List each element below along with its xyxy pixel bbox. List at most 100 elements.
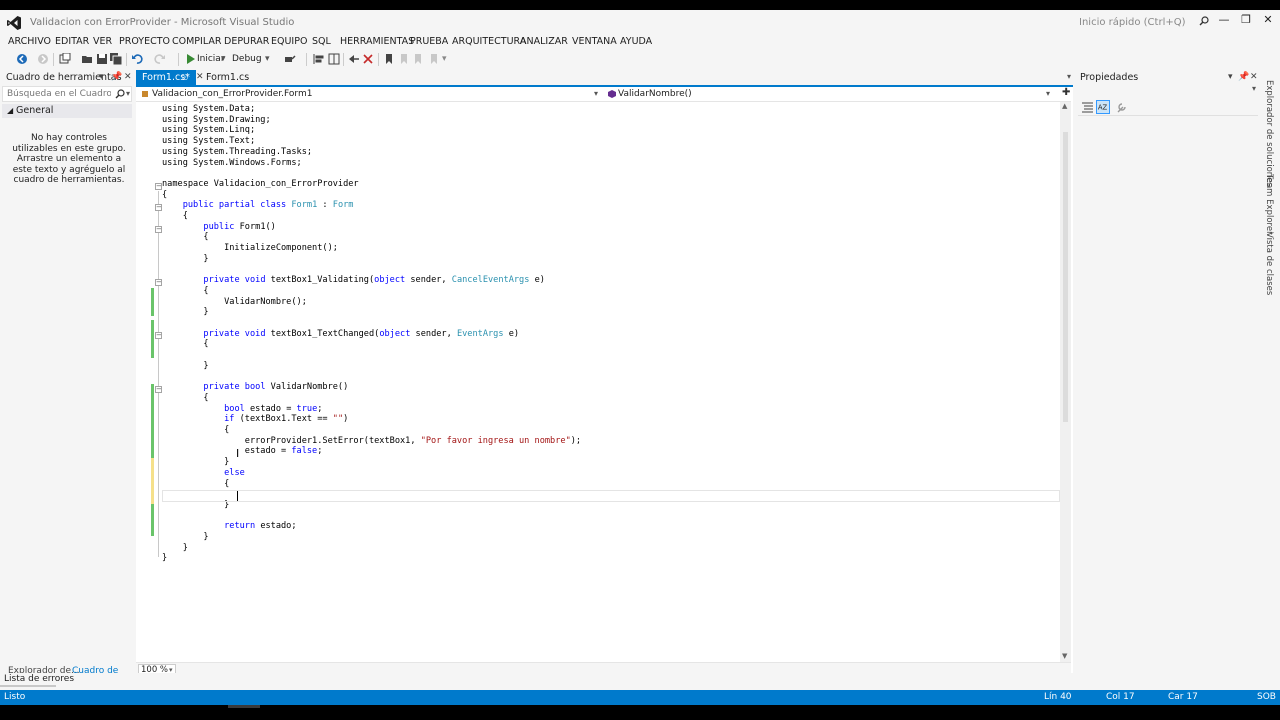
categorized-icon[interactable] [1082, 102, 1093, 113]
menu-prueba[interactable]: PRUEBA [410, 36, 448, 47]
toolbox-search-input[interactable]: Búsqueda en el Cuadro de herramientas ▾ [2, 86, 132, 102]
code-line[interactable]: using System.Threading.Tasks; [162, 147, 312, 158]
code-line[interactable]: public Form1() [162, 222, 275, 233]
menu-herramientas[interactable]: HERRAMIENTAS [340, 36, 414, 47]
bookmark-icon[interactable] [383, 53, 395, 65]
tab-error-list[interactable]: Lista de errores [4, 674, 74, 684]
start-debug-icon[interactable] [184, 53, 196, 65]
code-line[interactable]: using System.Drawing; [162, 115, 271, 126]
code-line[interactable]: { [162, 190, 167, 201]
menu-editar[interactable]: EDITAR [55, 36, 89, 47]
code-line[interactable]: { [162, 339, 208, 350]
menu-ayuda[interactable]: AYUDA [620, 36, 652, 47]
quick-launch-input[interactable]: Inicio rápido (Ctrl+Q) [1074, 13, 1214, 31]
code-line[interactable]: InitializeComponent(); [162, 243, 338, 254]
code-line[interactable]: { [162, 425, 229, 436]
new-project-icon[interactable] [59, 53, 71, 65]
code-line[interactable]: { [162, 286, 208, 297]
wrench-icon[interactable] [1116, 102, 1127, 113]
bookmark-next-icon[interactable] [412, 53, 424, 65]
tab-team-explorer[interactable]: Team Explorer [1264, 174, 1274, 235]
step-icon[interactable] [348, 53, 360, 65]
menu-equipo[interactable]: EQUIPO [271, 36, 307, 47]
save-all-icon[interactable] [110, 53, 122, 65]
code-line[interactable]: } [162, 307, 208, 318]
collapse-method-icon[interactable]: − [155, 279, 162, 286]
scroll-down-icon[interactable]: ▼ [1062, 652, 1067, 660]
code-line[interactable]: public partial class Form1 : Form [162, 200, 354, 211]
close-window-button[interactable]: ✕ [1259, 13, 1277, 29]
menu-sql[interactable]: SQL [312, 36, 331, 47]
menu-ventana[interactable]: VENTANA [572, 36, 617, 47]
bookmark-prev-icon[interactable] [398, 53, 410, 65]
code-line[interactable]: using System.Windows.Forms; [162, 158, 302, 169]
menu-depurar[interactable]: DEPURAR [224, 36, 269, 47]
code-line[interactable]: estado = false; [162, 446, 323, 457]
chevron-down-icon[interactable]: ▾ [1067, 72, 1071, 81]
code-line[interactable]: private bool ValidarNombre() [162, 382, 348, 393]
code-line[interactable]: } [162, 553, 167, 564]
navigate-back-icon[interactable] [16, 53, 28, 65]
restore-button[interactable]: ❐ [1237, 13, 1255, 29]
attach-process-icon[interactable] [284, 53, 296, 65]
code-line[interactable]: using System.Text; [162, 136, 255, 147]
code-line[interactable]: ValidarNombre(); [162, 297, 307, 308]
code-line[interactable]: using System.Data; [162, 104, 255, 115]
scrollbar-thumb[interactable] [1063, 132, 1068, 422]
toolbar-overflow-icon[interactable]: ▾ [442, 54, 447, 64]
menu-proyecto[interactable]: PROYECTO [119, 36, 170, 47]
toolbox-group-general[interactable]: ◢ General [2, 104, 132, 118]
pin-icon[interactable]: 📌 [1238, 72, 1249, 82]
code-line[interactable]: private void textBox1_TextChanged(object… [162, 329, 519, 340]
solution-config-select[interactable]: Debug [232, 54, 262, 64]
vertical-scrollbar[interactable]: ▲ ▼ [1060, 102, 1071, 662]
class-navigation-dropdown[interactable]: Validacion_con_ErrorProvider.Form1 ▾ [138, 87, 604, 101]
code-line[interactable]: errorProvider1.SetError(textBox1, "Por f… [162, 436, 581, 447]
collapse-method-icon[interactable]: − [155, 226, 162, 233]
align-icon[interactable] [313, 53, 325, 65]
menu-compilar[interactable]: COMPILAR [172, 36, 221, 47]
minimize-button[interactable]: — [1215, 13, 1233, 29]
member-navigation-dropdown[interactable]: ValidarNombre() ▾ [606, 87, 1056, 101]
code-line[interactable]: } [162, 532, 208, 543]
layout-icon[interactable] [328, 53, 340, 65]
code-text-area[interactable]: using System.Data; using System.Drawing; u… [162, 102, 1060, 662]
redo-icon[interactable] [154, 53, 166, 65]
code-line[interactable]: { [162, 479, 229, 490]
menu-ver[interactable]: VER [93, 36, 112, 47]
clear-bookmarks-icon[interactable] [428, 53, 440, 65]
dropdown-icon[interactable]: ▾ [1228, 72, 1233, 82]
code-line[interactable]: { [162, 232, 208, 243]
collapse-namespace-icon[interactable]: − [155, 183, 162, 190]
tab-solution-explorer-side[interactable]: Explorador de soluciones [1264, 80, 1274, 187]
chevron-down-icon[interactable]: ▾ [1252, 84, 1256, 93]
collapse-class-icon[interactable]: − [155, 204, 162, 211]
code-line[interactable]: return estado; [162, 521, 296, 532]
collapse-method-icon[interactable]: − [155, 332, 162, 339]
menu-arquitectura[interactable]: ARQUITECTURA [452, 36, 526, 47]
code-line[interactable]: bool estado = true; [162, 404, 322, 415]
tab-form1-cs[interactable]: Form1.cs* ⎋ [136, 70, 196, 85]
code-line[interactable]: } [162, 254, 208, 265]
start-dropdown-icon[interactable]: ▾ [221, 54, 226, 64]
chevron-down-icon[interactable]: ▾ [265, 54, 270, 64]
code-line[interactable]: } [162, 361, 208, 372]
open-file-icon[interactable] [81, 53, 93, 65]
step-over-icon[interactable] [362, 53, 374, 65]
code-line[interactable]: { [162, 211, 188, 222]
close-icon[interactable]: ✕ [1250, 72, 1258, 82]
pin-icon[interactable]: ⎋ [182, 70, 188, 85]
code-line[interactable]: if (textBox1.Text == "") [162, 414, 348, 425]
code-line[interactable]: } [162, 457, 229, 468]
pin-icon[interactable]: 📌 [111, 72, 122, 82]
tab-class-view[interactable]: Vista de clases [1264, 232, 1274, 295]
scroll-up-icon[interactable]: ▲ [1062, 102, 1067, 110]
tab-form1-design[interactable]: Form1.cs [Diseño]* [200, 70, 290, 98]
code-line[interactable]: namespace Validacion_con_ErrorProvider [162, 179, 359, 190]
menu-archivo[interactable]: ARCHIVO [8, 36, 51, 47]
status-overwrite-mode[interactable]: SOB [1257, 690, 1276, 705]
save-icon[interactable] [96, 53, 108, 65]
collapse-method-icon[interactable]: − [155, 386, 162, 393]
code-line[interactable]: } [162, 543, 188, 554]
code-line[interactable]: private void textBox1_Validating(object … [162, 275, 545, 286]
